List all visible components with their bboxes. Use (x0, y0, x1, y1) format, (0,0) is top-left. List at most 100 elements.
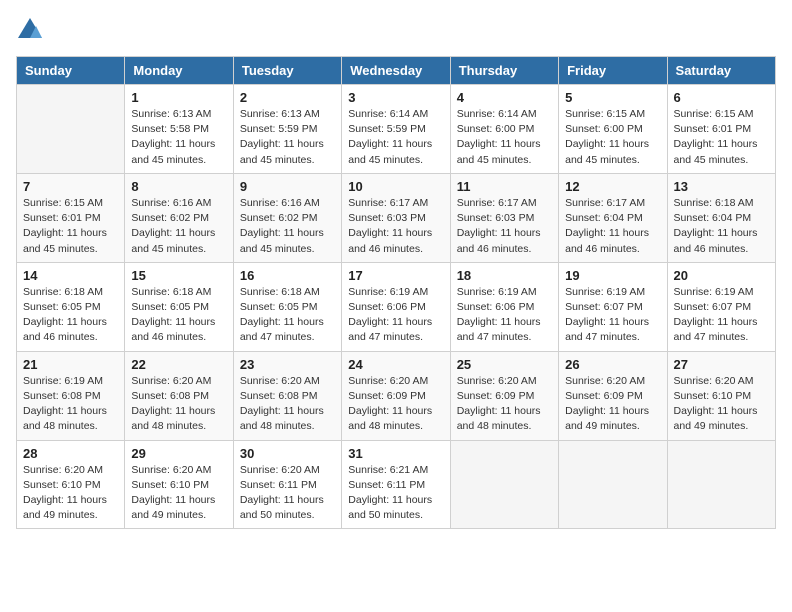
day-info: Sunrise: 6:21 AM Sunset: 6:11 PM Dayligh… (348, 463, 443, 524)
day-number: 1 (131, 90, 226, 105)
day-number: 14 (23, 268, 118, 283)
day-number: 31 (348, 446, 443, 461)
day-info: Sunrise: 6:19 AM Sunset: 6:06 PM Dayligh… (348, 285, 443, 346)
calendar-cell (450, 440, 558, 529)
calendar-cell: 23 Sunrise: 6:20 AM Sunset: 6:08 PM Dayli… (233, 351, 341, 440)
day-number: 22 (131, 357, 226, 372)
calendar-cell: 3 Sunrise: 6:14 AM Sunset: 5:59 PM Daylig… (342, 85, 450, 174)
weekday-header: Sunday (17, 57, 125, 85)
day-info: Sunrise: 6:16 AM Sunset: 6:02 PM Dayligh… (131, 196, 226, 257)
day-info: Sunrise: 6:20 AM Sunset: 6:11 PM Dayligh… (240, 463, 335, 524)
day-info: Sunrise: 6:20 AM Sunset: 6:09 PM Dayligh… (457, 374, 552, 435)
day-info: Sunrise: 6:19 AM Sunset: 6:07 PM Dayligh… (674, 285, 769, 346)
calendar-cell: 29 Sunrise: 6:20 AM Sunset: 6:10 PM Dayli… (125, 440, 233, 529)
day-number: 11 (457, 179, 552, 194)
day-number: 12 (565, 179, 660, 194)
calendar-cell: 17 Sunrise: 6:19 AM Sunset: 6:06 PM Dayli… (342, 262, 450, 351)
day-info: Sunrise: 6:20 AM Sunset: 6:09 PM Dayligh… (348, 374, 443, 435)
day-info: Sunrise: 6:14 AM Sunset: 6:00 PM Dayligh… (457, 107, 552, 168)
calendar-body: 1 Sunrise: 6:13 AM Sunset: 5:58 PM Daylig… (17, 85, 776, 529)
day-info: Sunrise: 6:18 AM Sunset: 6:05 PM Dayligh… (131, 285, 226, 346)
calendar-cell: 2 Sunrise: 6:13 AM Sunset: 5:59 PM Daylig… (233, 85, 341, 174)
day-info: Sunrise: 6:16 AM Sunset: 6:02 PM Dayligh… (240, 196, 335, 257)
calendar-week-row: 14 Sunrise: 6:18 AM Sunset: 6:05 PM Dayli… (17, 262, 776, 351)
calendar-cell: 1 Sunrise: 6:13 AM Sunset: 5:58 PM Daylig… (125, 85, 233, 174)
calendar-cell: 19Sunrise: 6:19 AM Sunset: 6:07 PM Dayli… (559, 262, 667, 351)
calendar-cell: 4Sunrise: 6:14 AM Sunset: 6:00 PM Daylig… (450, 85, 558, 174)
day-info: Sunrise: 6:17 AM Sunset: 6:04 PM Dayligh… (565, 196, 660, 257)
day-number: 20 (674, 268, 769, 283)
calendar-cell: 8 Sunrise: 6:16 AM Sunset: 6:02 PM Daylig… (125, 173, 233, 262)
calendar-cell: 5 Sunrise: 6:15 AM Sunset: 6:00 PM Daylig… (559, 85, 667, 174)
calendar-week-row: 1 Sunrise: 6:13 AM Sunset: 5:58 PM Daylig… (17, 85, 776, 174)
day-number: 16 (240, 268, 335, 283)
calendar-table: SundayMondayTuesdayWednesdayThursdayFrid… (16, 56, 776, 529)
calendar-cell: 12 Sunrise: 6:17 AM Sunset: 6:04 PM Dayli… (559, 173, 667, 262)
day-info: Sunrise: 6:20 AM Sunset: 6:08 PM Dayligh… (240, 374, 335, 435)
calendar-cell: 20 Sunrise: 6:19 AM Sunset: 6:07 PM Dayli… (667, 262, 775, 351)
calendar-week-row: 7Sunrise: 6:15 AM Sunset: 6:01 PM Daylig… (17, 173, 776, 262)
weekday-header: Thursday (450, 57, 558, 85)
calendar-cell: 11 Sunrise: 6:17 AM Sunset: 6:03 PM Dayli… (450, 173, 558, 262)
calendar-cell: 16 Sunrise: 6:18 AM Sunset: 6:05 PM Dayli… (233, 262, 341, 351)
day-info: Sunrise: 6:13 AM Sunset: 5:58 PM Dayligh… (131, 107, 226, 168)
day-number: 25 (457, 357, 552, 372)
logo (16, 16, 48, 44)
weekday-header: Monday (125, 57, 233, 85)
day-number: 5 (565, 90, 660, 105)
day-number: 3 (348, 90, 443, 105)
day-number: 13 (674, 179, 769, 194)
page-header (16, 16, 776, 44)
day-number: 23 (240, 357, 335, 372)
calendar-header: SundayMondayTuesdayWednesdayThursdayFrid… (17, 57, 776, 85)
day-number: 2 (240, 90, 335, 105)
calendar-week-row: 28Sunrise: 6:20 AM Sunset: 6:10 PM Dayli… (17, 440, 776, 529)
weekday-header: Saturday (667, 57, 775, 85)
day-info: Sunrise: 6:13 AM Sunset: 5:59 PM Dayligh… (240, 107, 335, 168)
day-info: Sunrise: 6:17 AM Sunset: 6:03 PM Dayligh… (457, 196, 552, 257)
calendar-cell: 10Sunrise: 6:17 AM Sunset: 6:03 PM Dayli… (342, 173, 450, 262)
day-info: Sunrise: 6:20 AM Sunset: 6:09 PM Dayligh… (565, 374, 660, 435)
calendar-cell: 18Sunrise: 6:19 AM Sunset: 6:06 PM Dayli… (450, 262, 558, 351)
calendar-cell: 22 Sunrise: 6:20 AM Sunset: 6:08 PM Dayli… (125, 351, 233, 440)
calendar-cell: 13 Sunrise: 6:18 AM Sunset: 6:04 PM Dayli… (667, 173, 775, 262)
day-info: Sunrise: 6:19 AM Sunset: 6:08 PM Dayligh… (23, 374, 118, 435)
day-info: Sunrise: 6:20 AM Sunset: 6:10 PM Dayligh… (674, 374, 769, 435)
logo-icon (16, 16, 44, 44)
day-number: 9 (240, 179, 335, 194)
day-number: 8 (131, 179, 226, 194)
day-info: Sunrise: 6:18 AM Sunset: 6:05 PM Dayligh… (23, 285, 118, 346)
calendar-cell: 26Sunrise: 6:20 AM Sunset: 6:09 PM Dayli… (559, 351, 667, 440)
calendar-cell: 28Sunrise: 6:20 AM Sunset: 6:10 PM Dayli… (17, 440, 125, 529)
calendar-cell: 25 Sunrise: 6:20 AM Sunset: 6:09 PM Dayli… (450, 351, 558, 440)
day-number: 29 (131, 446, 226, 461)
day-info: Sunrise: 6:18 AM Sunset: 6:04 PM Dayligh… (674, 196, 769, 257)
calendar-cell: 7Sunrise: 6:15 AM Sunset: 6:01 PM Daylig… (17, 173, 125, 262)
day-number: 18 (457, 268, 552, 283)
day-number: 27 (674, 357, 769, 372)
calendar-week-row: 21 Sunrise: 6:19 AM Sunset: 6:08 PM Dayli… (17, 351, 776, 440)
calendar-cell (17, 85, 125, 174)
calendar-cell: 21 Sunrise: 6:19 AM Sunset: 6:08 PM Dayli… (17, 351, 125, 440)
calendar-cell: 15 Sunrise: 6:18 AM Sunset: 6:05 PM Dayli… (125, 262, 233, 351)
calendar-cell: 9 Sunrise: 6:16 AM Sunset: 6:02 PM Daylig… (233, 173, 341, 262)
calendar-cell: 30Sunrise: 6:20 AM Sunset: 6:11 PM Dayli… (233, 440, 341, 529)
weekday-header: Friday (559, 57, 667, 85)
calendar-cell: 24Sunrise: 6:20 AM Sunset: 6:09 PM Dayli… (342, 351, 450, 440)
day-number: 6 (674, 90, 769, 105)
day-info: Sunrise: 6:18 AM Sunset: 6:05 PM Dayligh… (240, 285, 335, 346)
day-number: 7 (23, 179, 118, 194)
day-info: Sunrise: 6:14 AM Sunset: 5:59 PM Dayligh… (348, 107, 443, 168)
day-number: 17 (348, 268, 443, 283)
day-number: 10 (348, 179, 443, 194)
day-number: 15 (131, 268, 226, 283)
day-info: Sunrise: 6:20 AM Sunset: 6:08 PM Dayligh… (131, 374, 226, 435)
day-number: 21 (23, 357, 118, 372)
calendar-cell: 27 Sunrise: 6:20 AM Sunset: 6:10 PM Dayli… (667, 351, 775, 440)
day-info: Sunrise: 6:20 AM Sunset: 6:10 PM Dayligh… (23, 463, 118, 524)
calendar-cell: 14 Sunrise: 6:18 AM Sunset: 6:05 PM Dayli… (17, 262, 125, 351)
day-info: Sunrise: 6:20 AM Sunset: 6:10 PM Dayligh… (131, 463, 226, 524)
calendar-cell: 6Sunrise: 6:15 AM Sunset: 6:01 PM Daylig… (667, 85, 775, 174)
day-info: Sunrise: 6:19 AM Sunset: 6:07 PM Dayligh… (565, 285, 660, 346)
day-info: Sunrise: 6:15 AM Sunset: 6:00 PM Dayligh… (565, 107, 660, 168)
